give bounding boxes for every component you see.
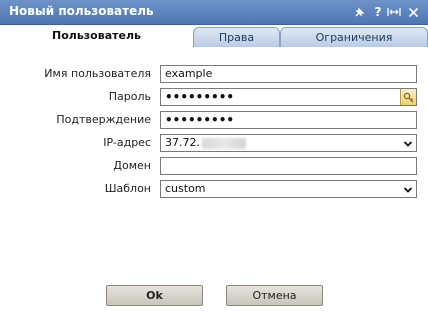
confirm-row: Подтверждение ••••••••• (0, 111, 428, 129)
tab-restrictions-label: Ограничения (315, 31, 393, 44)
tab-rights-label: Права (218, 31, 255, 44)
ok-button[interactable]: Ok (106, 285, 203, 306)
pin-icon[interactable] (352, 2, 368, 22)
tab-rights[interactable]: Права (193, 27, 280, 47)
template-label: Шаблон (104, 182, 151, 195)
dialog-footer: Ok Отмена (0, 261, 428, 313)
tab-user[interactable]: Пользователь (0, 25, 193, 48)
tab-user-label: Пользователь (52, 29, 141, 42)
password-label: Пароль (108, 90, 151, 103)
ip-row: IP-адрес 37.72. (0, 134, 428, 152)
ip-select[interactable]: 37.72. (160, 134, 417, 152)
username-row: Имя пользователя example (0, 65, 428, 83)
template-row: Шаблон custom (0, 180, 428, 198)
username-label: Имя пользователя (44, 67, 151, 80)
window-title: Новый пользователь (9, 4, 154, 18)
help-icon[interactable]: ? (370, 2, 386, 22)
tab-bar: Пользователь Права Ограничения (0, 25, 428, 48)
user-form: Имя пользователя example Пароль ••••••••… (0, 47, 428, 261)
ip-value: 37.72. (165, 136, 200, 149)
chevron-down-icon (403, 141, 413, 147)
cancel-button[interactable]: Отмена (226, 285, 323, 306)
resize-icon[interactable] (386, 2, 402, 22)
ip-label: IP-адрес (103, 136, 151, 149)
username-input[interactable]: example (160, 65, 417, 83)
confirm-label: Подтверждение (56, 113, 151, 126)
chevron-down-icon (403, 187, 413, 193)
domain-input[interactable] (160, 157, 417, 175)
close-icon[interactable] (405, 2, 421, 22)
tab-restrictions[interactable]: Ограничения (280, 27, 428, 47)
domain-row: Домен (0, 157, 428, 175)
title-bar: Новый пользователь ? (0, 0, 428, 25)
password-input[interactable]: ••••••••• (160, 88, 417, 106)
confirm-input[interactable]: ••••••••• (160, 111, 417, 129)
password-row: Пароль ••••••••• (0, 88, 428, 106)
password-value: ••••••••• (165, 90, 235, 104)
key-icon[interactable] (400, 89, 416, 105)
ip-redacted (202, 137, 246, 149)
template-select[interactable]: custom (160, 180, 417, 198)
domain-label: Домен (113, 159, 151, 172)
template-value: custom (165, 182, 206, 195)
